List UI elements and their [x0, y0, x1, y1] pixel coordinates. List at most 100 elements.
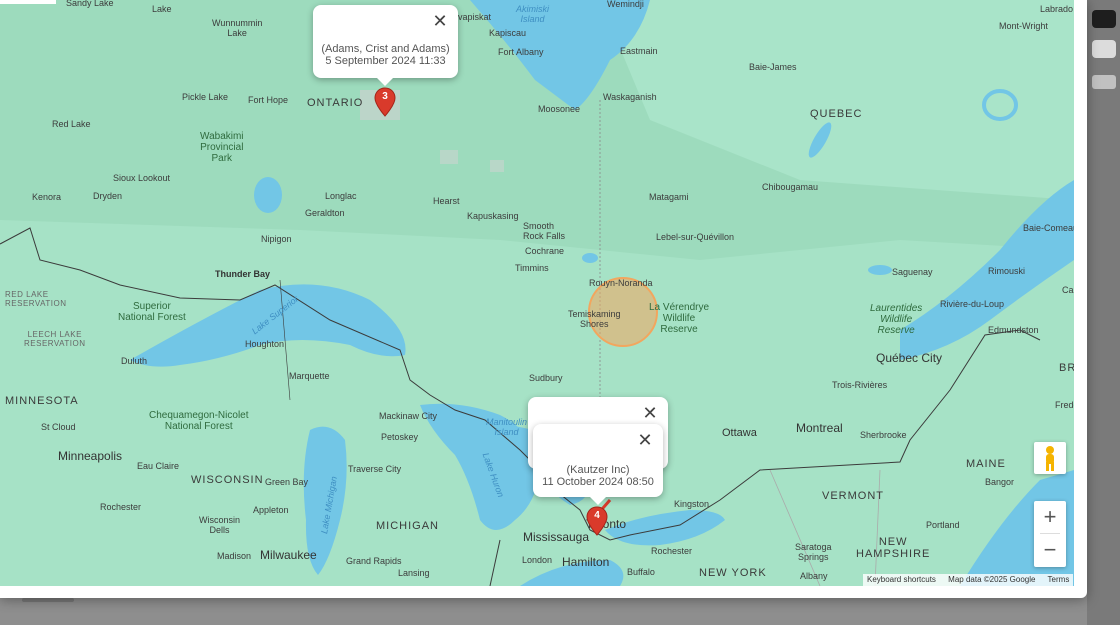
map-label: Montreal: [796, 421, 843, 435]
map-label: Green Bay: [265, 477, 309, 487]
map-label: Thunder Bay: [215, 269, 271, 279]
map-marker[interactable]: 4: [586, 506, 608, 536]
map-label: Rochester: [651, 546, 693, 556]
keyboard-shortcuts-link[interactable]: Keyboard shortcuts: [867, 575, 936, 584]
map-label: Matagami: [649, 192, 689, 202]
map-label: Marquette: [289, 371, 330, 381]
map-label: Fort Hope: [248, 95, 289, 105]
map-label: Lake: [152, 4, 172, 14]
map-label: Appleton: [253, 505, 289, 515]
map-label: Edmundston: [988, 325, 1039, 335]
map-label: Mississauga: [523, 530, 590, 544]
map-label: QUEBEC: [810, 108, 863, 120]
map-label: Ottawa: [722, 427, 757, 439]
map-label: Red Lake: [52, 119, 91, 129]
map-label: Mackinaw City: [379, 411, 438, 421]
map-label: Albany: [800, 571, 828, 581]
map-label: Traverse City: [348, 464, 402, 474]
map-label: Bangor: [985, 477, 1015, 487]
map-label: Ca: [1062, 285, 1074, 295]
map-label: Superior National Forest: [118, 301, 186, 323]
map-label: RED LAKE RESERVATION: [5, 290, 67, 308]
map-label: Sherbrooke: [860, 430, 907, 440]
map-label: Madison: [217, 551, 252, 561]
map-label: St Cloud: [41, 422, 76, 432]
map-label: Akimiski Island: [516, 4, 549, 24]
map-label: ONTARIO: [307, 97, 364, 109]
map-label: MAINE: [966, 458, 1006, 470]
map-label: London: [522, 555, 553, 565]
map-label: WISCONSIN: [191, 474, 264, 486]
info-datetime: 5 September 2024 11:33: [325, 55, 446, 67]
map-label: La Vérendrye Wildlife Reserve: [649, 302, 710, 335]
marker-label: 4: [594, 510, 600, 521]
map-label: Hearst: [433, 196, 460, 206]
info-company: (Adams, Crist and Adams): [321, 43, 450, 55]
map-label: Wabakimi Provincial Park: [200, 131, 244, 164]
map-label: Québec City: [876, 351, 943, 365]
map-label: Rivière-du-Loup: [940, 299, 1005, 309]
background-chip: [1092, 40, 1116, 58]
info-company: (Kautzer Inc): [566, 464, 630, 476]
map-label: Kingston: [674, 499, 710, 509]
close-icon[interactable]: ✕: [432, 12, 448, 30]
map-label: Nipigon: [261, 234, 292, 244]
map-marker[interactable]: 3: [374, 87, 396, 117]
map-label: Saratoga Springs: [795, 542, 832, 562]
map-label: BR: [1059, 362, 1074, 374]
close-icon[interactable]: ✕: [642, 404, 658, 422]
map-label: NEW YORK: [699, 567, 767, 579]
map-label: Rimouski: [988, 266, 1026, 276]
pegman-figure: [1046, 446, 1054, 471]
map-label: Baie-Comeau: [1023, 223, 1074, 233]
map-label: Rouyn-Noranda: [589, 278, 653, 288]
map-label: Milwaukee: [260, 548, 317, 562]
map-label: VERMONT: [822, 490, 884, 502]
zoom-control: + −: [1034, 501, 1066, 567]
map-label: Buffalo: [627, 567, 655, 577]
map-label: Manitoulin Island: [486, 417, 528, 437]
map-label: Wunnummin Lake: [212, 18, 263, 38]
map-data-credit: Map data ©2025 Google: [948, 575, 1036, 584]
close-icon[interactable]: ✕: [637, 431, 653, 449]
map-label: Petoskey: [381, 432, 419, 442]
map-label: Kapiscau: [489, 28, 527, 38]
background-chip: [1092, 10, 1116, 28]
map-base-layer: [0, 0, 1074, 586]
map-label: Eau Claire: [137, 461, 180, 471]
map-canvas[interactable]: Sandy Lake Lake Wunnummin Lake Pickle La…: [0, 0, 1074, 586]
map-label: Timmins: [515, 263, 549, 273]
map-label: Lebel-sur-Quévillon: [656, 232, 735, 242]
map-label: Wisconsin Dells: [199, 515, 241, 535]
map-attribution: Keyboard shortcuts Map data ©2025 Google…: [863, 574, 1074, 586]
background-bar: [22, 598, 74, 602]
map-label: Sudbury: [529, 373, 563, 383]
map-label: NEW HAMPSHIRE: [856, 536, 931, 560]
map-label: Temiskaming Shores: [568, 309, 621, 329]
map-label: Chibougamau: [762, 182, 819, 192]
map-modal: Sandy Lake Lake Wunnummin Lake Pickle La…: [0, 0, 1087, 598]
map-label: Fort Albany: [498, 47, 544, 57]
pegman-icon[interactable]: [1034, 442, 1066, 474]
map-label: Duluth: [121, 356, 148, 366]
map-label: Chequamegon-Nicolet National Forest: [149, 410, 249, 432]
map-label: Frede: [1055, 400, 1074, 410]
map-label: Mont-Wright: [999, 21, 1048, 31]
terms-link[interactable]: Terms: [1048, 575, 1070, 584]
map-label: Kapuskasing: [467, 211, 519, 221]
map-label: LEECH LAKE RESERVATION: [24, 330, 86, 348]
map-label: Rochester: [100, 502, 142, 512]
map-label: Laurentides Wildlife Reserve: [870, 303, 923, 336]
zoom-out-button[interactable]: −: [1034, 534, 1066, 566]
map-label: Grand Rapids: [346, 556, 402, 566]
map-label: Geraldton: [305, 208, 345, 218]
map-label: vapiskat: [458, 12, 492, 22]
map-label: Longlac: [325, 191, 357, 201]
map-label: Portland: [926, 520, 960, 530]
map-label: Eastmain: [620, 46, 658, 56]
zoom-in-button[interactable]: +: [1034, 501, 1066, 533]
map-label: Lansing: [398, 568, 430, 578]
info-datetime: 11 October 2024 08:50: [542, 476, 654, 488]
info-window-tail: [377, 78, 393, 86]
map-label: Sioux Lookout: [113, 173, 171, 183]
